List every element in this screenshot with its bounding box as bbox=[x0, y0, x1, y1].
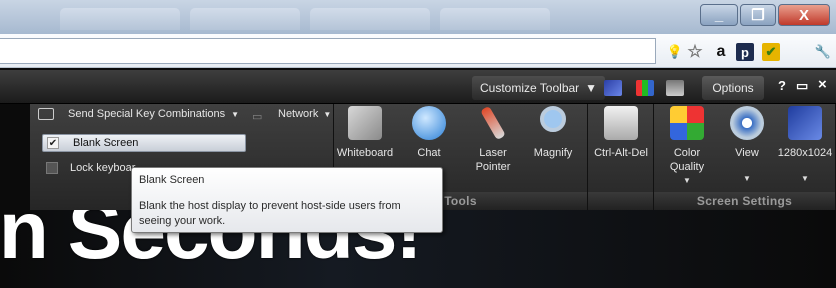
lock-keyboard-checkbox[interactable] bbox=[46, 162, 58, 174]
magnify-label: Magnify bbox=[533, 147, 573, 159]
p-extension-icon[interactable]: p bbox=[736, 43, 754, 61]
screenshot-root: { "titlebar": { "minimize_glyph": "_", "… bbox=[0, 0, 836, 288]
resolution-button[interactable]: 1280x1024 ▼ bbox=[774, 106, 836, 183]
tooltip-title: Blank Screen bbox=[139, 174, 205, 186]
resolution-icon bbox=[788, 106, 822, 140]
chevron-down-icon: ▼ bbox=[323, 109, 332, 119]
magnify-icon bbox=[540, 106, 566, 132]
minimize-button[interactable]: _ bbox=[700, 4, 738, 26]
resolution-label: 1280x1024 bbox=[777, 147, 833, 159]
browser-tab[interactable] bbox=[190, 8, 300, 30]
close-icon[interactable]: × bbox=[818, 76, 827, 93]
color-quality-icon bbox=[670, 106, 704, 140]
chat-label: Chat bbox=[417, 147, 441, 159]
close-window-button[interactable]: X bbox=[778, 4, 830, 26]
options-button[interactable]: Options bbox=[702, 76, 764, 100]
view-button[interactable]: View ▼ bbox=[716, 106, 778, 183]
magnify-button[interactable]: Magnify bbox=[522, 106, 584, 160]
network-icon: ▭ bbox=[252, 111, 263, 123]
special-keys-menu[interactable]: Send Special Key Combinations ▼ bbox=[38, 108, 239, 120]
lock-keyboard-label: Lock keyboar bbox=[70, 162, 136, 174]
address-input[interactable] bbox=[0, 38, 656, 64]
tooltip-body: Blank the host display to prevent host-s… bbox=[139, 200, 401, 227]
color-quality-button[interactable]: Color Quality ▼ bbox=[656, 106, 718, 185]
browser-tab[interactable] bbox=[60, 8, 180, 30]
chat-icon bbox=[412, 106, 446, 140]
color-icon[interactable] bbox=[636, 80, 654, 96]
blank-screen-tooltip: Blank Screen Blank the host display to p… bbox=[131, 167, 443, 233]
amazon-icon[interactable]: a bbox=[712, 43, 730, 61]
browser-tab[interactable] bbox=[310, 8, 430, 30]
blank-screen-menu-item[interactable]: ✔ Blank Screen bbox=[42, 134, 246, 152]
check-extension-icon[interactable]: ✔ bbox=[762, 43, 780, 61]
ctrl-alt-del-button[interactable]: Ctrl-Alt-Del bbox=[590, 106, 652, 160]
keyboard-icon bbox=[604, 106, 638, 140]
maximize-button[interactable]: ❐ bbox=[740, 4, 776, 26]
wrench-icon[interactable]: 🔧 bbox=[814, 43, 832, 61]
whiteboard-label: Whiteboard bbox=[336, 147, 394, 159]
folder-icon bbox=[38, 108, 54, 120]
chevron-down-icon: ▼ bbox=[585, 81, 598, 95]
customize-toolbar-label: Customize Toolbar bbox=[480, 81, 580, 95]
chevron-down-icon: ▼ bbox=[683, 176, 691, 185]
network-menu[interactable]: Network ▼ bbox=[278, 108, 331, 120]
bulb-icon[interactable]: 💡 bbox=[666, 43, 684, 61]
view-label: View bbox=[735, 147, 759, 159]
laser-pointer-icon bbox=[480, 105, 506, 141]
chevron-down-icon: ▼ bbox=[743, 174, 751, 183]
customize-toolbar-button[interactable]: Customize Toolbar ▼ bbox=[472, 76, 606, 100]
laser-pointer-label: Laser Pointer bbox=[475, 147, 511, 173]
blank-screen-label: Blank Screen bbox=[73, 137, 139, 149]
browser-titlebar: _ ❐ X bbox=[0, 0, 836, 34]
address-row: 💡 ☆ a p ✔ 🔧 bbox=[0, 34, 836, 68]
chat-button[interactable]: Chat bbox=[398, 106, 460, 160]
whiteboard-button[interactable]: Whiteboard bbox=[334, 106, 396, 160]
help-icon[interactable]: ? bbox=[778, 78, 786, 93]
screen-icon[interactable] bbox=[604, 80, 622, 96]
color-quality-label: Color Quality bbox=[669, 147, 705, 173]
network-label: Network bbox=[278, 108, 319, 120]
network-icon[interactable] bbox=[666, 80, 684, 96]
restore-icon[interactable]: ▭ bbox=[796, 78, 808, 94]
browser-tab[interactable] bbox=[440, 8, 550, 30]
screen-settings-label: Screen Settings bbox=[654, 192, 835, 210]
lock-keyboard-menu-item[interactable]: Lock keyboar bbox=[46, 162, 135, 174]
bookmark-star-icon[interactable]: ☆ bbox=[686, 42, 704, 61]
special-keys-label: Send Special Key Combinations bbox=[68, 108, 226, 120]
chevron-down-icon: ▼ bbox=[801, 174, 809, 183]
blank-screen-checkbox[interactable]: ✔ bbox=[47, 137, 59, 149]
view-icon bbox=[730, 106, 764, 140]
chevron-down-icon: ▼ bbox=[231, 109, 240, 119]
whiteboard-icon bbox=[348, 106, 382, 140]
laser-pointer-button[interactable]: Laser Pointer bbox=[462, 105, 524, 174]
ctrl-alt-del-label: Ctrl-Alt-Del bbox=[594, 147, 648, 159]
panel-label-empty bbox=[588, 192, 653, 210]
